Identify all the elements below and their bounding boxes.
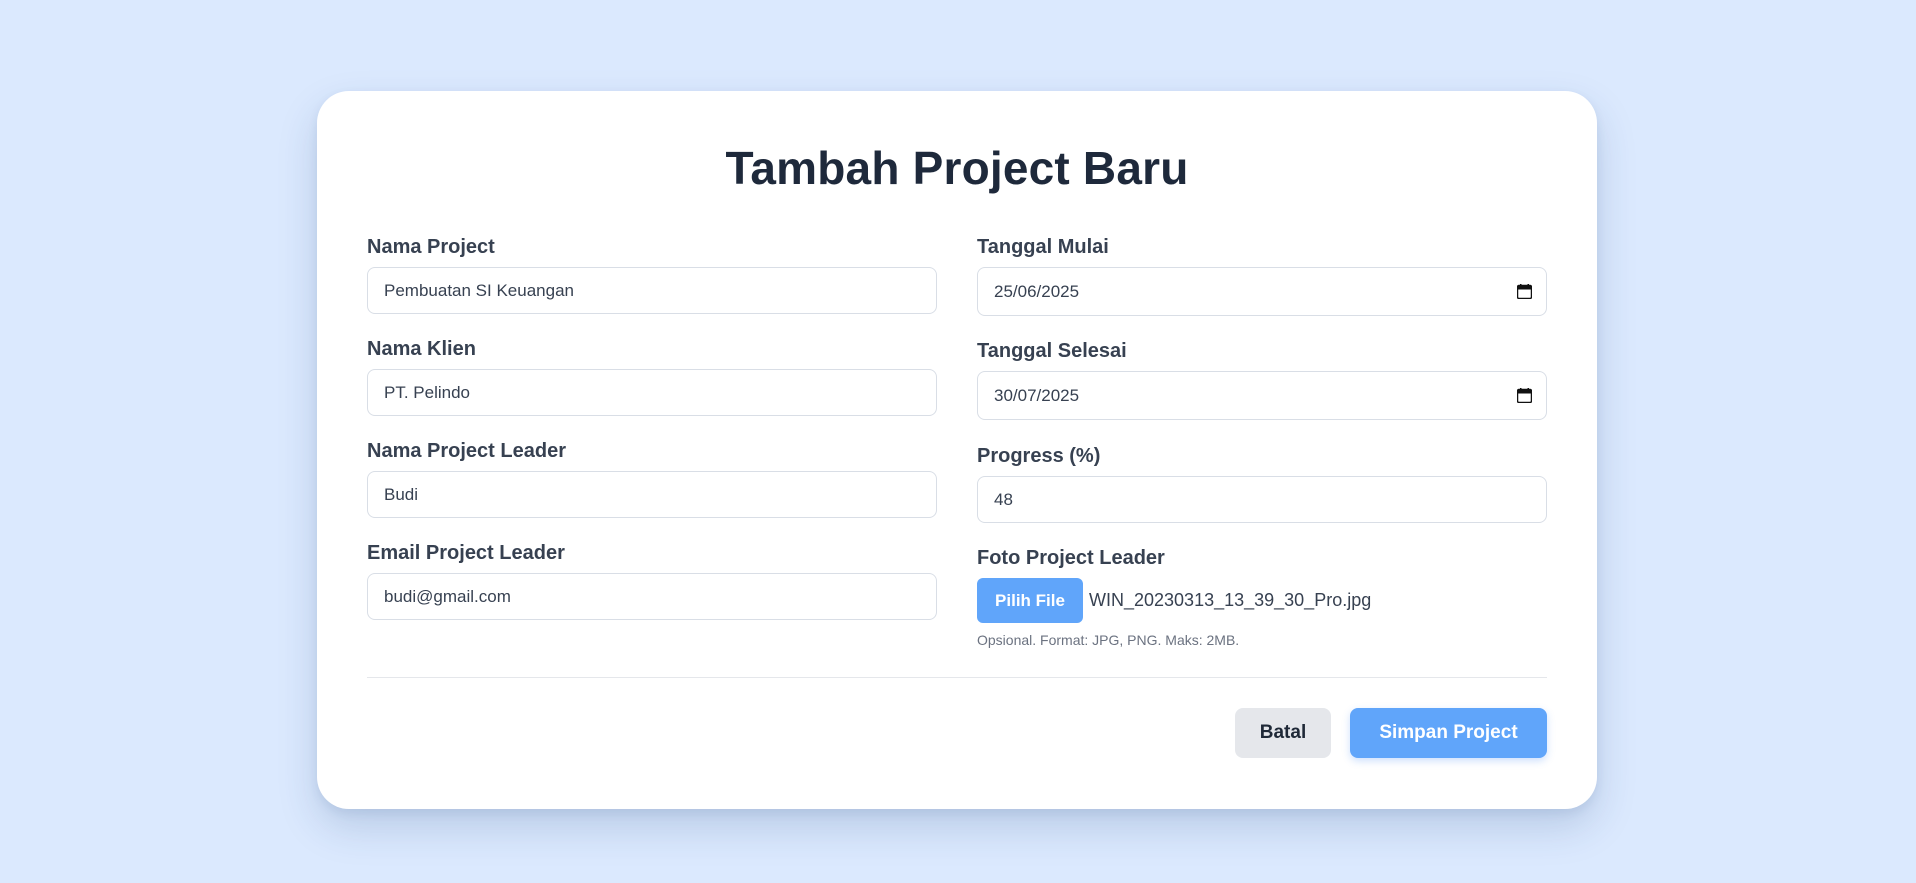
save-project-button[interactable]: Simpan Project — [1350, 708, 1547, 758]
field-email-leader: Email Project Leader budi@gmail.com — [367, 540, 937, 620]
nama-project-input[interactable]: Pembuatan SI Keuangan — [367, 267, 937, 314]
nama-klien-input[interactable]: PT. Pelindo — [367, 369, 937, 416]
progress-label: Progress (%) — [977, 445, 1101, 467]
nama-leader-value: Budi — [384, 484, 419, 504]
field-nama-leader: Nama Project Leader Budi — [367, 438, 937, 518]
nama-leader-label: Nama Project Leader — [367, 440, 566, 462]
nama-project-value: Pembuatan SI Keuangan — [384, 280, 574, 300]
field-nama-project: Nama Project Pembuatan SI Keuangan — [367, 234, 937, 314]
tanggal-selesai-input[interactable]: 30/07/2025 — [977, 371, 1547, 420]
nama-klien-value: PT. Pelindo — [384, 382, 470, 402]
file-input: Pilih File WIN_20230313_13_39_30_Pro.jpg — [977, 578, 1371, 623]
file-hint: Opsional. Format: JPG, PNG. Maks: 2MB. — [977, 632, 1240, 648]
email-leader-value: budi@gmail.com — [384, 586, 511, 606]
progress-value: 48 — [994, 489, 1013, 509]
email-leader-input[interactable]: budi@gmail.com — [367, 573, 937, 620]
foto-leader-label: Foto Project Leader — [977, 547, 1165, 569]
field-tanggal-selesai: Tanggal Selesai 30/07/2025 — [977, 338, 1547, 420]
tanggal-selesai-label: Tanggal Selesai — [977, 340, 1127, 362]
form-divider — [367, 677, 1547, 678]
nama-klien-label: Nama Klien — [367, 338, 476, 360]
cancel-button[interactable]: Batal — [1235, 708, 1331, 758]
tanggal-mulai-label: Tanggal Mulai — [977, 236, 1109, 258]
nama-leader-input[interactable]: Budi — [367, 471, 937, 518]
choose-file-button[interactable]: Pilih File — [977, 578, 1083, 623]
project-form-card: Tambah Project Baru Nama Project Pembuat… — [317, 91, 1597, 809]
selected-file-name: WIN_20230313_13_39_30_Pro.jpg — [1089, 590, 1372, 610]
field-tanggal-mulai: Tanggal Mulai 25/06/2025 — [977, 234, 1547, 316]
tanggal-mulai-input[interactable]: 25/06/2025 — [977, 267, 1547, 316]
field-progress: Progress (%) 48 — [977, 443, 1547, 523]
field-foto-leader: Foto Project Leader Pilih File WIN_20230… — [977, 545, 1547, 648]
field-nama-klien: Nama Klien PT. Pelindo — [367, 336, 937, 416]
progress-input[interactable]: 48 — [977, 476, 1547, 523]
page-title: Tambah Project Baru — [725, 142, 1189, 194]
tanggal-selesai-value: 30/07/2025 — [994, 385, 1080, 405]
tanggal-mulai-value: 25/06/2025 — [994, 281, 1080, 301]
calendar-icon[interactable] — [1517, 284, 1532, 299]
nama-project-label: Nama Project — [367, 236, 495, 258]
email-leader-label: Email Project Leader — [367, 542, 565, 564]
calendar-icon[interactable] — [1517, 388, 1532, 403]
